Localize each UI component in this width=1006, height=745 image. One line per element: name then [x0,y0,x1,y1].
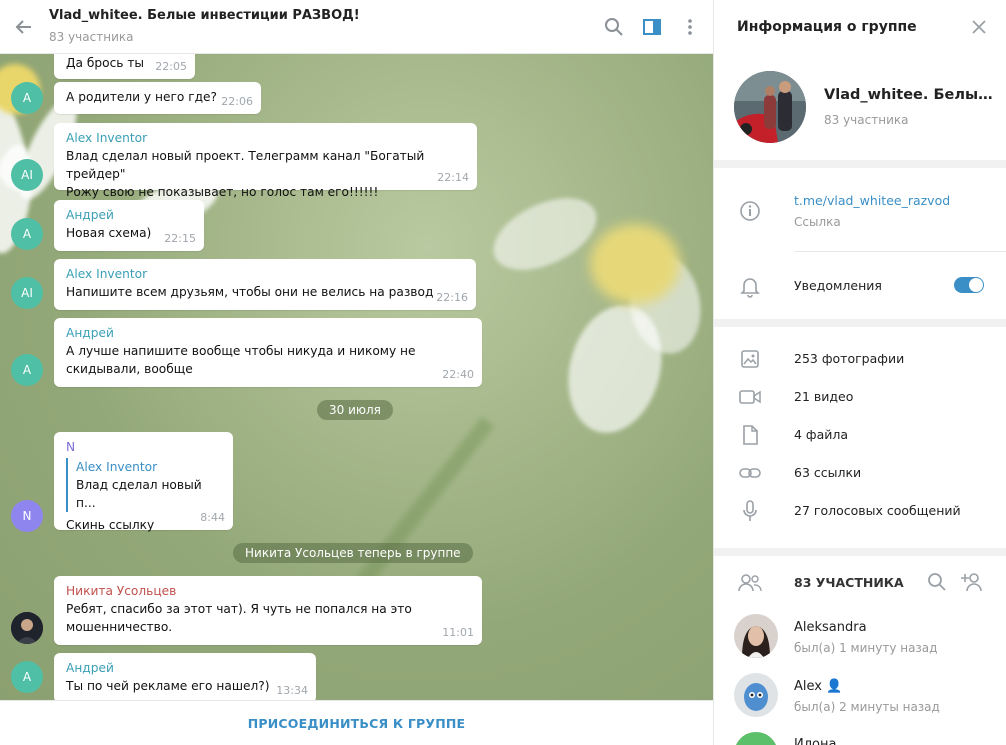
notifications-label: Уведомления [794,278,882,293]
join-bar: ПРИСОЕДИНИТЬСЯ К ГРУППЕ [0,700,713,745]
chat-members-count: 83 участника [49,30,134,44]
media-voice[interactable]: 27 голосовых сообщений [794,503,961,518]
info-icon [738,199,762,223]
members-icon [738,571,762,595]
media-links[interactable]: 63 ссылки [794,465,861,480]
member-avatar[interactable] [734,614,778,658]
message-author[interactable]: Alex Inventor [66,265,464,283]
notifications-toggle[interactable] [954,277,984,293]
message-author[interactable]: Андрей [66,206,192,224]
member-name[interactable]: Alex 👤 [794,679,842,694]
bell-icon [738,275,762,299]
message-text: Ребят, спасибо за этот чат). Я чуть не п… [66,602,412,616]
photo-icon [738,347,762,371]
file-icon [738,423,762,447]
section-separator [714,548,1006,556]
mic-icon [738,499,762,523]
date-separator: 30 июля [317,400,393,420]
message-time: 22:15 [164,232,196,245]
message-author[interactable]: N [66,438,221,456]
member-status: был(а) 2 минуты назад [794,700,940,714]
message-time: 22:05 [155,60,187,73]
avatar[interactable]: AI [11,277,43,309]
message-text: Напишите всем друзьям, чтобы они не вели… [66,285,434,299]
message-author[interactable]: Alex Inventor [66,129,465,147]
message-text: Скинь ссылку [66,518,155,532]
toggle-knob [969,278,983,292]
group-members-count: 83 участника [824,113,909,127]
message-time: 22:06 [221,95,253,108]
info-title: Информация о группе [737,19,917,35]
message-author[interactable]: Андрей [66,659,304,677]
link-icon [738,461,762,485]
section-separator [714,319,1006,327]
avatar[interactable]: А [11,354,43,386]
chat-header: Vlad_whitee. Белые инвестиции РАЗВОД! 83… [0,0,713,54]
group-link[interactable]: t.me/vlad_whitee_razvod [794,193,950,208]
search-icon[interactable] [927,572,947,596]
add-member-icon[interactable] [961,571,985,597]
message-time: 8:44 [200,511,225,524]
message-list[interactable]: Да брось ты 22:05 А А родители у него гд… [0,54,713,703]
message-author[interactable]: Никита Усольцев [66,582,470,600]
message-text: Влад сделал новый проект. Телеграмм кана… [66,149,425,181]
media-files[interactable]: 4 файла [794,427,848,442]
sidebar-toggle-icon[interactable] [640,15,664,39]
message-time: 13:34 [276,684,308,697]
chat-panel: Vlad_whitee. Белые инвестиции РАЗВОД! 83… [0,0,713,745]
close-icon[interactable] [968,16,990,38]
video-icon [738,385,762,409]
more-icon[interactable] [678,15,702,39]
group-info-panel: Информация о группе Vlad_whitee. Белые и… [713,0,1006,745]
reply-author: Alex Inventor [76,460,158,474]
info-header: Информация о группе [714,0,1006,54]
section-separator [714,160,1006,168]
search-icon[interactable] [602,15,626,39]
media-videos[interactable]: 21 видео [794,389,853,404]
member-name[interactable]: Aleksandra [794,620,867,635]
message-text: Рожу свою не показывает, но голос там ег… [66,185,379,199]
member-avatar[interactable] [734,673,778,717]
avatar[interactable]: А [11,661,43,693]
chat-title[interactable]: Vlad_whitee. Белые инвестиции РАЗВОД! [49,8,360,23]
message-text: скидывали, вообще [66,362,193,376]
media-photos[interactable]: 253 фотографии [794,351,904,366]
reply-quote[interactable]: Alex Inventor Влад сделал новый п... [66,458,221,512]
message-time: 22:14 [437,171,469,184]
message-text: мошенничество. [66,620,173,634]
reply-text: Влад сделал новый п... [76,478,202,510]
message-time: 22:40 [442,368,474,381]
message-time: 22:16 [436,291,468,304]
message-text: А родители у него где? [66,90,218,104]
member-name[interactable]: Илона [794,737,836,745]
divider [794,251,1006,252]
avatar[interactable]: А [11,218,43,250]
message-text: А лучше напишите вообще чтобы никуда и н… [66,344,416,358]
avatar[interactable] [11,612,43,644]
member-avatar[interactable] [734,732,778,745]
group-name: Vlad_whitee. Белые инвестиции РАЗВОД! [824,87,994,103]
service-message: Никита Усольцев теперь в группе [233,543,473,563]
group-link-label: Ссылка [794,215,841,229]
avatar[interactable]: AI [11,159,43,191]
member-status: был(а) 1 минуту назад [794,641,938,655]
members-header: 83 УЧАСТНИКА [794,575,904,590]
avatar[interactable]: N [11,500,43,532]
message-text: Да брось ты [66,56,145,70]
message-time: 11:01 [442,626,474,639]
avatar[interactable]: А [11,82,43,114]
back-arrow-icon[interactable] [12,15,36,39]
group-avatar[interactable] [734,71,806,143]
message-author[interactable]: Андрей [66,324,470,342]
join-group-button[interactable]: ПРИСОЕДИНИТЬСЯ К ГРУППЕ [248,716,466,731]
message-text: Ты по чей рекламе его нашел?) [66,679,270,693]
